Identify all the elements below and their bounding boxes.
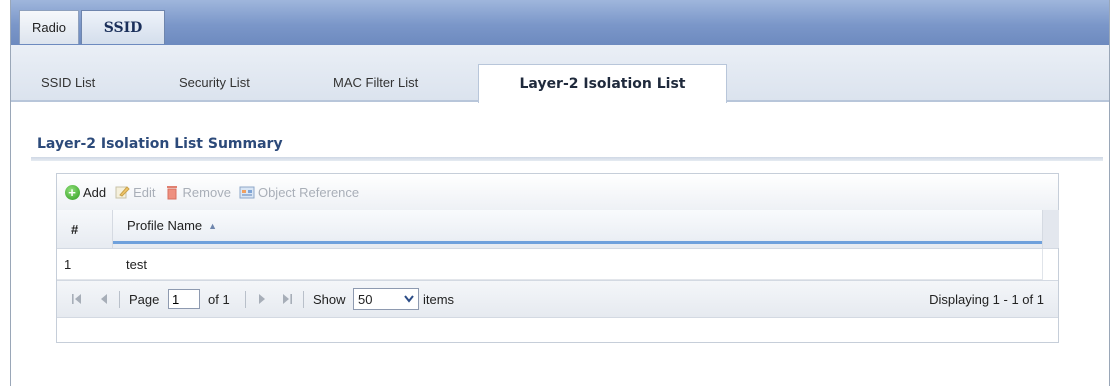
toolbar: + Add Edit Remove Object Reference (57, 174, 1058, 211)
chevron-down-icon (400, 289, 418, 309)
trash-icon (164, 184, 180, 200)
first-page-icon[interactable] (71, 281, 83, 317)
column-header-label: Profile Name (127, 218, 203, 233)
column-header-profile-name[interactable]: Profile Name ▲ (113, 210, 1042, 244)
pager-divider (245, 291, 246, 308)
display-info: Displaying 1 - 1 of 1 (929, 291, 1044, 307)
previous-page-icon[interactable] (99, 281, 109, 317)
last-page-icon[interactable] (281, 281, 293, 317)
object-reference-label: Object Reference (257, 184, 360, 200)
show-select-wrap: 50 (353, 281, 419, 317)
column-header-index: # (71, 222, 79, 237)
edit-label: Edit (133, 184, 156, 200)
remove-label: Remove (182, 184, 231, 200)
subtab-ssid-list[interactable]: SSID List (41, 65, 95, 100)
sub-tab-bar: SSID List Security List MAC Filter List … (11, 45, 1109, 103)
edit-button[interactable]: Edit (114, 184, 156, 200)
items-label: items (423, 291, 455, 307)
next-page-icon[interactable] (257, 281, 267, 317)
pagination-bar: Page of 1 Show 50 item (57, 280, 1058, 318)
table-row[interactable]: 1 test (57, 249, 1043, 280)
show-label: Show (313, 291, 346, 307)
list-panel: + Add Edit Remove Object Reference # Pro… (56, 173, 1059, 343)
sort-ascending-icon: ▲ (208, 220, 218, 231)
table-header: # Profile Name ▲ (57, 210, 1059, 249)
section-divider (31, 157, 1103, 161)
subtab-layer2-isolation-list[interactable]: Layer-2 Isolation List (478, 64, 727, 103)
column-spacer (1042, 210, 1059, 248)
tab-radio[interactable]: Radio (19, 10, 79, 44)
remove-button[interactable]: Remove (164, 184, 231, 200)
edit-icon (114, 184, 130, 200)
page-input[interactable] (168, 289, 200, 309)
page-size-value: 50 (358, 291, 373, 307)
add-label: Add (83, 184, 107, 200)
object-reference-button[interactable]: Object Reference (239, 184, 359, 200)
page-input-wrap (168, 281, 200, 317)
top-tab-bar: Radio SSID (11, 0, 1109, 46)
pager-divider (303, 291, 304, 308)
add-icon: + (64, 184, 80, 200)
section-title: Layer-2 Isolation List Summary (37, 136, 283, 152)
subtab-security-list[interactable]: Security List (179, 65, 250, 100)
row-profile-name: test (126, 257, 147, 272)
pager-divider (119, 291, 120, 308)
page-count: of 1 (208, 291, 230, 307)
page-size-select[interactable]: 50 (353, 288, 419, 310)
app-frame: Radio SSID SSID List Security List MAC F… (10, 0, 1110, 386)
tab-ssid[interactable]: SSID (81, 10, 165, 44)
object-reference-icon (239, 184, 255, 200)
row-index: 1 (64, 257, 72, 272)
subtab-mac-filter-list[interactable]: MAC Filter List (333, 65, 418, 100)
row-spacer (1042, 249, 1059, 279)
add-button[interactable]: + Add (64, 184, 106, 200)
page-label: Page (129, 291, 160, 307)
